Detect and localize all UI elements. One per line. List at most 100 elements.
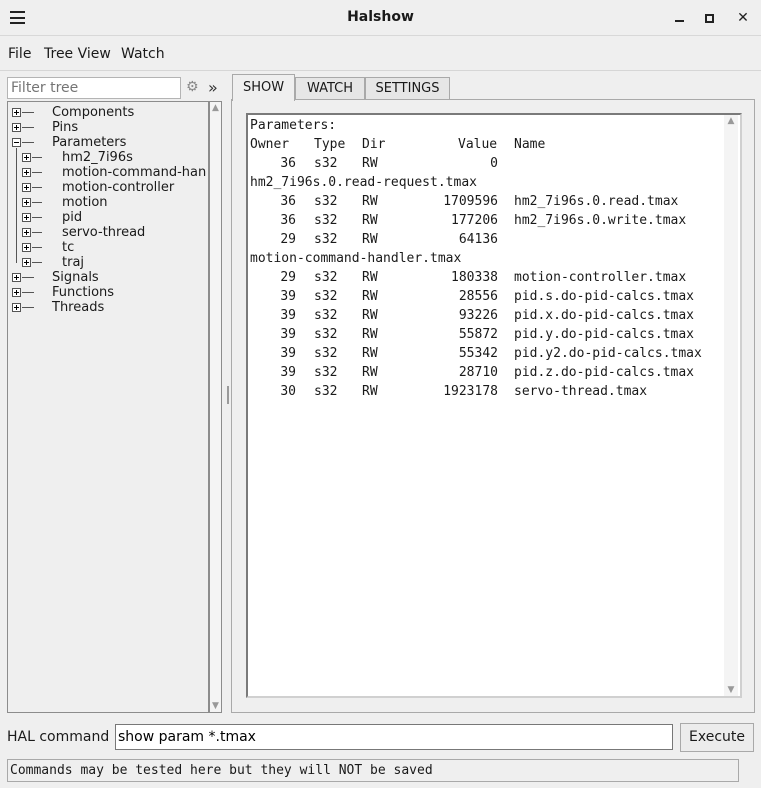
tree-node-label: Signals (52, 270, 99, 285)
output-cell-value: 55872 (458, 327, 498, 342)
scroll-down-icon[interactable]: ▼ (210, 700, 221, 712)
tree-node[interactable]: Functions (8, 285, 208, 300)
output-cell-name: pid.y2.do-pid-calcs.tmax (514, 346, 702, 361)
output-cell-type: s32 (314, 365, 338, 380)
tree-connector (22, 127, 34, 128)
output-cell-dir: RW (362, 156, 378, 171)
output-cell-value: 1923178 (443, 384, 498, 399)
tree-node[interactable]: motion-command-han (8, 165, 208, 180)
output-cell-dir: RW (362, 365, 378, 380)
menu-tree-view[interactable]: Tree View (44, 46, 111, 62)
tree-node-label: tc (62, 240, 75, 255)
column-name: Name (514, 137, 546, 152)
output-cell-type: s32 (314, 270, 338, 285)
output-cell-type: s32 (314, 289, 338, 304)
output-cell-value: 177206 (451, 213, 498, 228)
output-wrapped-name: motion-command-handler.tmax (250, 251, 462, 266)
tree-node[interactable]: Pins (8, 120, 208, 135)
expand-icon[interactable] (22, 243, 31, 252)
expand-icon[interactable] (12, 303, 21, 312)
pane-divider-handle[interactable] (227, 386, 229, 404)
tree-node[interactable]: pid (8, 210, 208, 225)
tree-connector (22, 112, 34, 113)
output-cell-owner: 39 (280, 346, 296, 361)
tree-node[interactable]: Threads (8, 300, 208, 315)
output-scroll-down-icon[interactable]: ▼ (724, 684, 738, 696)
minimize-icon (674, 20, 684, 22)
execute-button[interactable]: Execute (680, 723, 754, 752)
tree-node-label: Parameters (52, 135, 127, 150)
tree-connector (32, 172, 42, 173)
tree-node-label: servo-thread (62, 225, 146, 240)
output-cell-type: s32 (314, 213, 338, 228)
output-cell-owner: 29 (280, 232, 296, 247)
expand-icon[interactable] (22, 183, 31, 192)
tree-node[interactable]: tc (8, 240, 208, 255)
expand-icon[interactable] (22, 258, 31, 267)
tree-node[interactable]: motion-controller (8, 180, 208, 195)
filter-tree-input[interactable] (7, 77, 181, 99)
output-cell-dir: RW (362, 270, 378, 285)
output-cell-owner: 39 (280, 365, 296, 380)
close-button[interactable]: ✕ (732, 7, 754, 29)
tree-node-label: motion-command-han (62, 165, 207, 180)
tab-show[interactable]: SHOW (232, 74, 295, 101)
tree-connector (32, 187, 42, 188)
output-scrollbar[interactable]: ▲ ▼ (724, 115, 738, 696)
menu-watch[interactable]: Watch (121, 46, 165, 62)
collapse-icon[interactable] (12, 138, 21, 147)
show-panel: Parameters: Owner Type Dir Value Name 36… (231, 99, 755, 713)
expand-icon[interactable] (22, 213, 31, 222)
tab-settings[interactable]: SETTINGS (365, 77, 450, 100)
maximize-icon (704, 13, 714, 23)
output-cell-dir: RW (362, 232, 378, 247)
output-scroll-up-icon[interactable]: ▲ (724, 115, 738, 127)
output-cell-name: pid.s.do-pid-calcs.tmax (514, 289, 695, 304)
output-cell-name: hm2_7i96s.0.write.tmax (514, 213, 687, 228)
column-value: Value (458, 137, 498, 152)
hal-command-label: HAL command : (7, 729, 119, 745)
tree-node[interactable]: Components (8, 105, 208, 120)
tree-node[interactable]: hm2_7i96s (8, 150, 208, 165)
expand-icon[interactable] (22, 198, 31, 207)
gear-icon[interactable]: ⚙ (186, 79, 199, 95)
hal-tree[interactable]: Components Pins Parameters hm2_7i96s motion-… (7, 101, 209, 713)
tree-node[interactable]: Parameters (8, 135, 208, 150)
output-cell-type: s32 (314, 327, 338, 342)
title-bar: Halshow ✕ (0, 0, 761, 36)
minimize-button[interactable] (668, 7, 690, 29)
maximize-button[interactable] (698, 7, 720, 29)
tree-branch-line (16, 148, 17, 263)
tree-node[interactable]: Signals (8, 270, 208, 285)
tree-connector (22, 142, 34, 143)
expand-icon[interactable] (22, 228, 31, 237)
tree-connector (22, 307, 34, 308)
tree-node-label: Components (52, 105, 135, 120)
expand-icon[interactable] (22, 168, 31, 177)
output-cell-name: pid.z.do-pid-calcs.tmax (514, 365, 695, 380)
tree-node[interactable]: servo-thread (8, 225, 208, 240)
expand-icon[interactable] (12, 123, 21, 132)
output-cell-owner: 39 (280, 289, 296, 304)
output-text-area[interactable]: Parameters: Owner Type Dir Value Name 36… (246, 113, 742, 698)
output-cell-dir: RW (362, 213, 378, 228)
column-dir: Dir (362, 137, 386, 152)
tab-watch[interactable]: WATCH (295, 77, 365, 100)
tree-node[interactable]: traj (8, 255, 208, 270)
menu-file[interactable]: File (8, 46, 31, 62)
scroll-up-icon[interactable]: ▲ (210, 102, 221, 114)
hal-command-input[interactable] (115, 724, 673, 750)
output-cell-name: pid.y.do-pid-calcs.tmax (514, 327, 695, 342)
expand-icon[interactable] (22, 153, 31, 162)
tree-scrollbar[interactable]: ▲ ▼ (209, 101, 222, 713)
output-cell-type: s32 (314, 384, 338, 399)
expand-all-button[interactable]: » (208, 78, 218, 97)
expand-icon[interactable] (12, 108, 21, 117)
output-cell-value: 1709596 (443, 194, 498, 209)
status-bar: Commands may be tested here but they wil… (7, 759, 739, 782)
tree-node[interactable]: motion (8, 195, 208, 210)
expand-icon[interactable] (12, 288, 21, 297)
expand-icon[interactable] (12, 273, 21, 282)
tree-node-label: Functions (52, 285, 115, 300)
output-cell-name: hm2_7i96s.0.read.tmax (514, 194, 679, 209)
